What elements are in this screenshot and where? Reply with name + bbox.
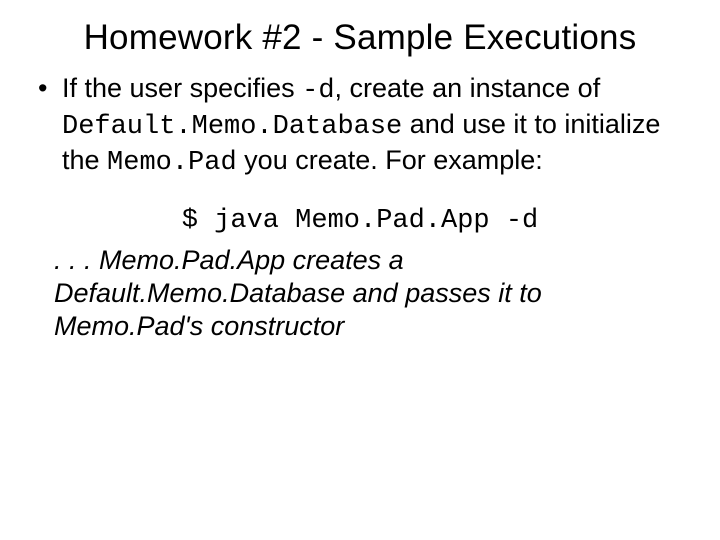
bullet-text-2: , create an instance of (335, 73, 601, 103)
slide: Homework #2 - Sample Executions If the u… (0, 0, 720, 540)
bullet-item: If the user specifies -d, create an inst… (62, 72, 684, 180)
explanation-text: . . . Memo.Pad.App creates a Default.Mem… (54, 244, 678, 343)
flag-code: -d (302, 76, 334, 106)
slide-title: Homework #2 - Sample Executions (34, 18, 686, 58)
class-code-1: Default.Memo.Database (62, 112, 402, 142)
bullet-text-1: If the user specifies (62, 73, 302, 103)
command-line: $ java Memo.Pad.App -d (34, 206, 686, 236)
bullet-text-4: you create. For example: (237, 145, 543, 175)
bullet-list: If the user specifies -d, create an inst… (34, 72, 686, 180)
class-code-2: Memo.Pad (107, 148, 237, 178)
